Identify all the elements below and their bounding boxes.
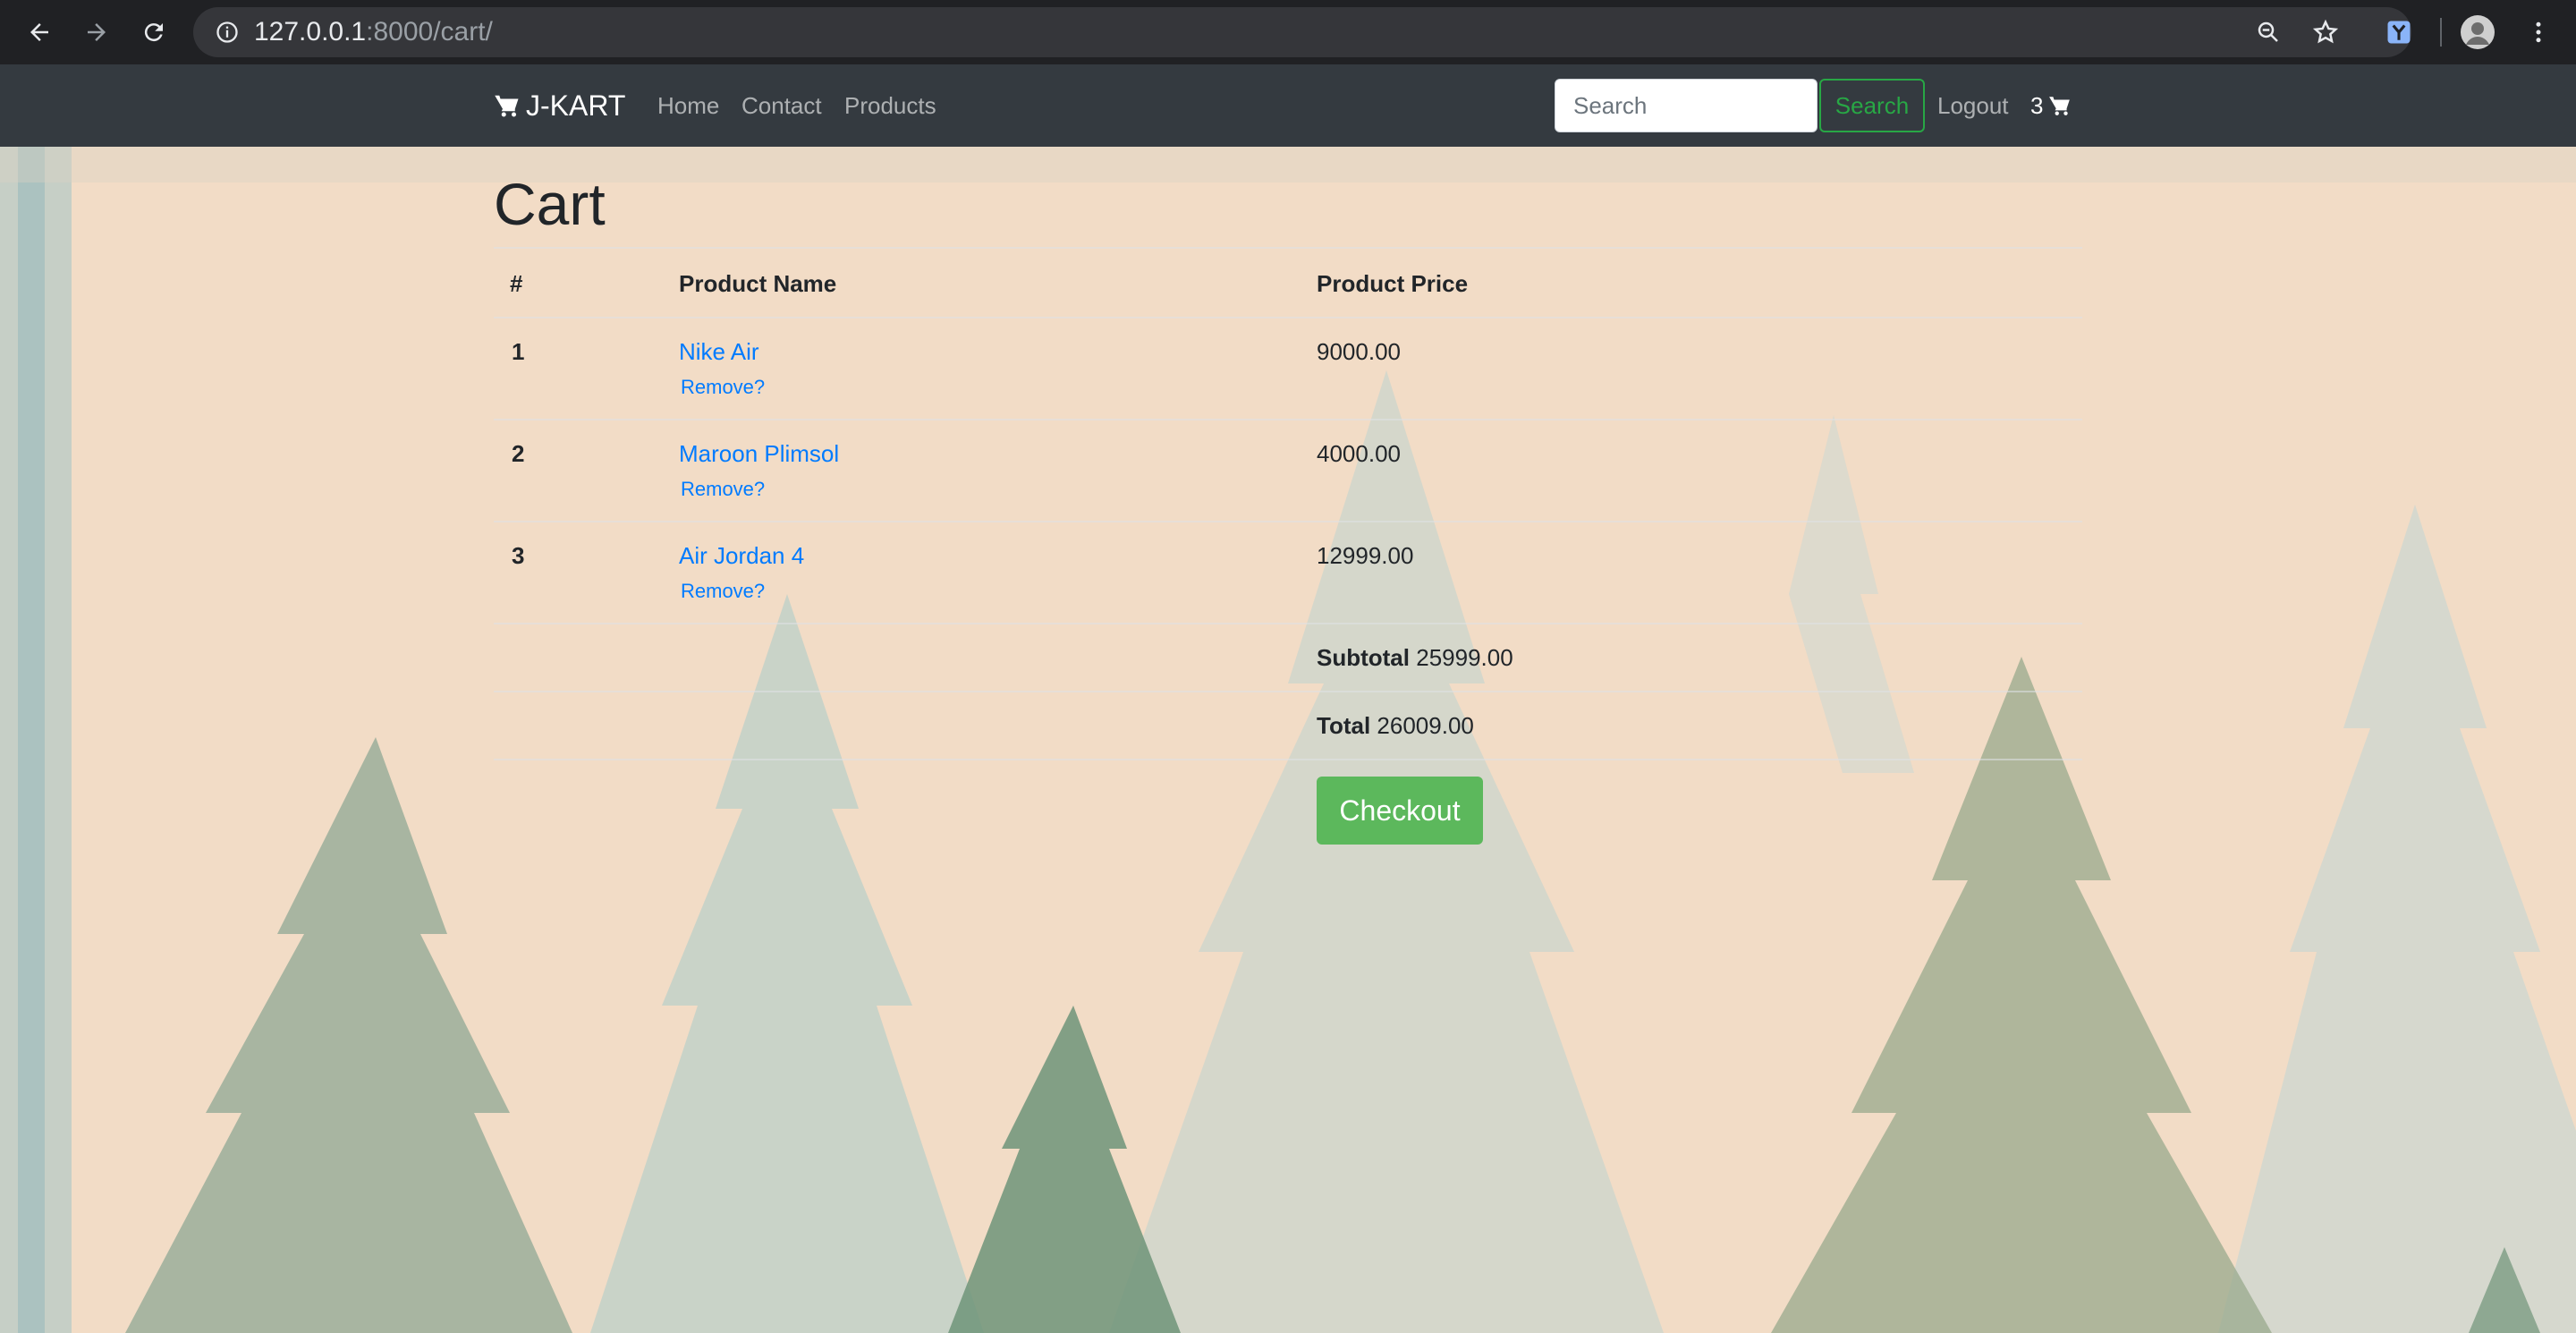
remove-link[interactable]: Remove? xyxy=(681,478,765,501)
product-price: 12999.00 xyxy=(1317,542,1414,569)
profile-avatar[interactable] xyxy=(2460,14,2496,50)
cart-icon xyxy=(495,95,519,117)
row-number: 1 xyxy=(512,338,525,365)
subtotal-value: 25999.00 xyxy=(1416,644,1513,671)
nav-link-home[interactable]: Home xyxy=(657,64,719,147)
total-value: 26009.00 xyxy=(1377,712,1474,739)
total-label: Total xyxy=(1317,712,1371,739)
back-arrow-icon[interactable] xyxy=(20,13,59,52)
logout-link[interactable]: Logout xyxy=(1937,64,2009,147)
nav-link-contact[interactable]: Contact xyxy=(741,64,822,147)
reload-icon[interactable] xyxy=(134,13,174,52)
cart-count-badge: 3 xyxy=(2030,91,2044,119)
zoom-icon[interactable] xyxy=(2252,16,2284,48)
table-divider xyxy=(494,317,2082,318)
table-divider xyxy=(494,691,2082,692)
row-number: 2 xyxy=(512,440,525,467)
search-input[interactable] xyxy=(1555,79,1818,132)
address-bar[interactable]: 127.0.0.1:8000/cart/ xyxy=(193,7,2411,57)
url-path: :8000/cart/ xyxy=(366,17,493,47)
brand-name: J-KART xyxy=(526,89,626,122)
page-title: Cart xyxy=(494,171,606,237)
product-link[interactable]: Air Jordan 4 xyxy=(679,542,804,570)
background-forest-image xyxy=(0,147,2576,1333)
subtotal-label: Subtotal xyxy=(1317,644,1410,671)
remove-link[interactable]: Remove? xyxy=(681,376,765,399)
url-host: 127.0.0.1 xyxy=(254,17,367,47)
table-divider xyxy=(494,419,2082,420)
total-row: Total 26009.00 xyxy=(1317,712,1474,740)
menu-dots-icon[interactable] xyxy=(2521,14,2556,50)
table-divider xyxy=(494,247,2082,249)
brand-logo[interactable]: J-KART xyxy=(494,64,625,147)
product-link[interactable]: Nike Air xyxy=(679,338,759,366)
toolbar-separator xyxy=(2440,18,2442,47)
star-icon[interactable] xyxy=(2309,16,2342,48)
site-navbar: J-KART Home Contact Products Search Logo… xyxy=(0,64,2576,147)
table-divider xyxy=(494,759,2082,760)
cart-link[interactable]: 3 xyxy=(2030,64,2072,147)
cart-icon xyxy=(2049,97,2071,115)
remove-link[interactable]: Remove? xyxy=(681,580,765,603)
search-button[interactable]: Search xyxy=(1819,79,1925,132)
column-header-number: # xyxy=(510,270,523,297)
product-price: 4000.00 xyxy=(1317,440,1401,467)
subtotal-row: Subtotal 25999.00 xyxy=(1317,644,1513,672)
table-divider xyxy=(494,623,2082,624)
browser-toolbar: 127.0.0.1:8000/cart/ xyxy=(0,0,2576,64)
forward-arrow-icon[interactable] xyxy=(77,13,116,52)
column-header-product-price: Product Price xyxy=(1317,270,1469,297)
product-link[interactable]: Maroon Plimsol xyxy=(679,440,839,468)
column-header-product-name: Product Name xyxy=(679,270,837,297)
checkout-button[interactable]: Checkout xyxy=(1317,777,1483,845)
product-price: 9000.00 xyxy=(1317,338,1401,365)
extension-icon[interactable] xyxy=(2381,14,2417,50)
table-divider xyxy=(494,521,2082,522)
row-number: 3 xyxy=(512,542,525,569)
info-icon[interactable] xyxy=(211,16,243,48)
nav-link-products[interactable]: Products xyxy=(844,64,936,147)
url-text: 127.0.0.1:8000/cart/ xyxy=(254,7,493,57)
